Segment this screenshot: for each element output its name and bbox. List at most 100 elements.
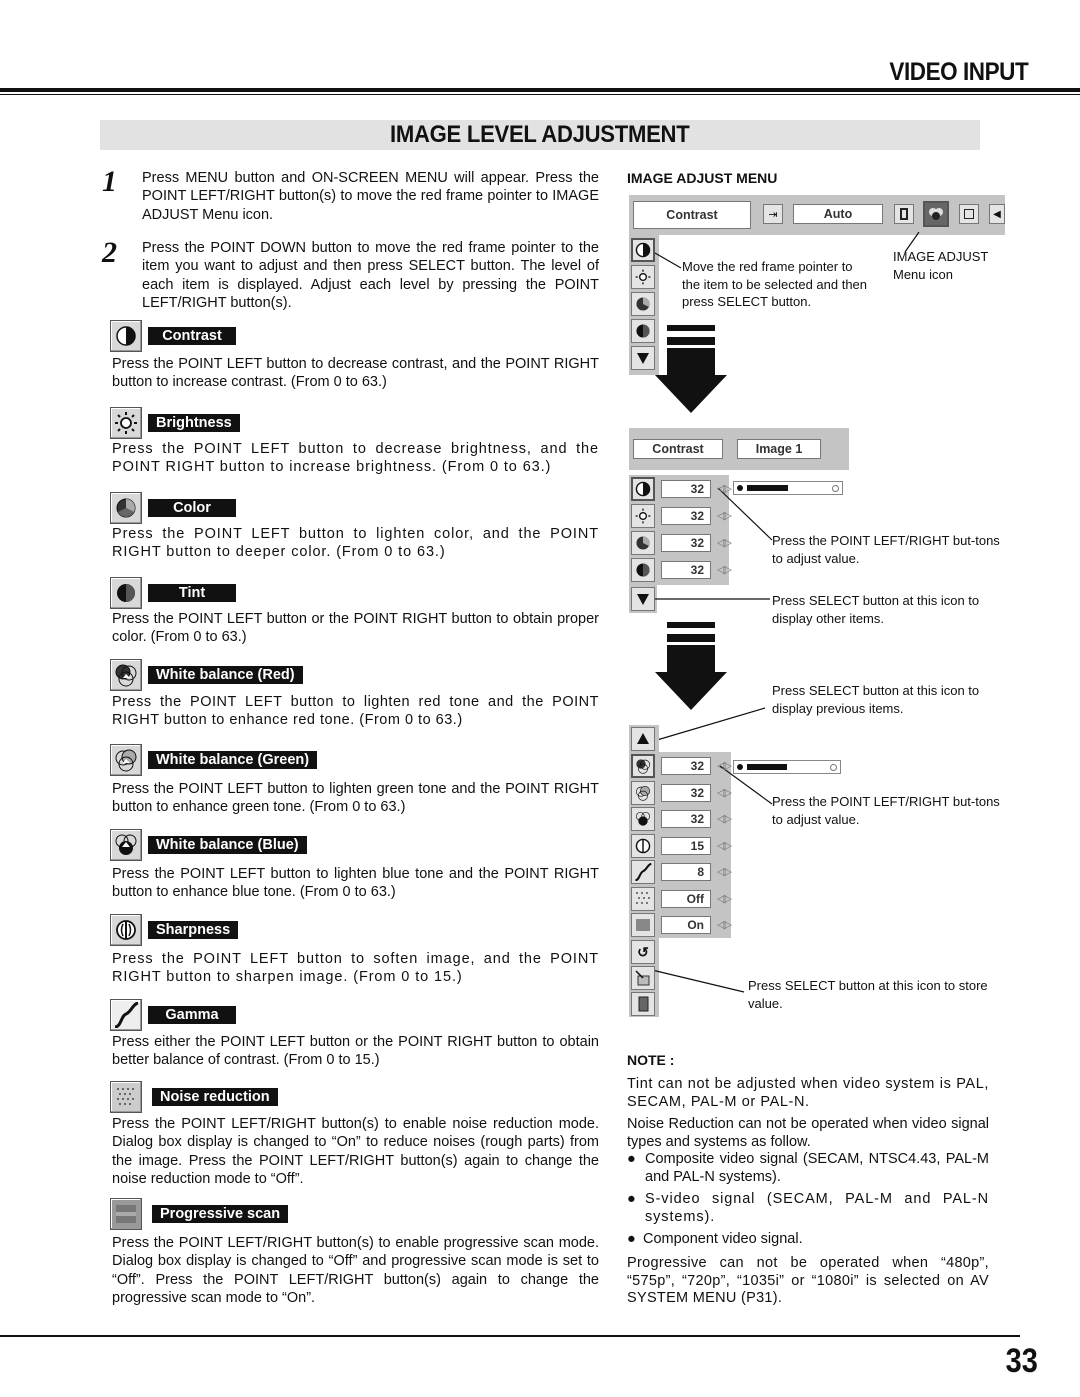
other-leader-line (655, 597, 770, 601)
note-bullet: ● S-video signal (SECAM, PAL-M and PAL-N … (627, 1191, 989, 1226)
left-right-arrows-icon[interactable]: ◁▷ (717, 918, 732, 931)
left-right-arrows-icon[interactable]: ◁▷ (717, 759, 732, 772)
header-divider (0, 88, 1080, 92)
reset-icon[interactable]: ↺ (631, 940, 655, 964)
bullet-text: Composite video signal (SECAM, NTSC4.43,… (645, 1151, 989, 1185)
adjust-callout: Press the POINT LEFT/RIGHT but-tons to a… (772, 533, 1000, 566)
other-items-callout: Press SELECT button at this icon to disp… (772, 593, 980, 626)
value-field: On (661, 916, 711, 934)
tint-icon[interactable] (631, 558, 655, 582)
osd-item-name: Contrast (633, 439, 723, 459)
item-label: Progressive scan (152, 1205, 289, 1223)
item-label: White balance (Blue) (148, 836, 307, 854)
value-field: 32 (661, 507, 711, 525)
progressive-scan-icon[interactable] (631, 913, 655, 937)
screen-icon[interactable] (959, 204, 979, 224)
tint-icon[interactable] (631, 319, 655, 343)
left-right-arrows-icon[interactable]: ◁▷ (717, 865, 732, 878)
gamma-icon[interactable] (631, 860, 655, 884)
left-right-arrows-icon[interactable]: ◁▷ (717, 812, 732, 825)
bullet-text: S-video signal (SECAM, PAL-M and PAL-N s… (645, 1191, 989, 1225)
item-heading-noise-reduction: Noise reduction (110, 1081, 278, 1113)
gamma-icon (110, 999, 142, 1031)
item-heading-gamma: Gamma (110, 999, 236, 1031)
noise-reduction-icon[interactable] (631, 886, 655, 911)
item-description: Press the POINT LEFT button to decrease … (112, 356, 599, 391)
adjust-callout-2: Press the POINT LEFT/RIGHT but-tons to a… (772, 794, 1000, 827)
page-title: IMAGE LEVEL ADJUSTMENT (390, 121, 690, 148)
item-label: Color (148, 499, 236, 517)
osd-panel2-header: Contrast Image 1 (629, 428, 849, 470)
step-text: Press the POINT DOWN button to move the … (142, 240, 599, 311)
item-label: Tint (148, 584, 236, 602)
brightness-icon[interactable] (631, 265, 655, 289)
down-arrow-icon (655, 622, 727, 712)
white-balance-blue-icon[interactable] (631, 807, 655, 831)
osd-item-name: Contrast (633, 201, 751, 229)
store-leader-line (650, 968, 746, 996)
item-label: White balance (Red) (148, 666, 303, 684)
white-balance-red-icon[interactable] (631, 754, 655, 778)
pointer-callout: Move the red frame pointer to the item t… (682, 259, 868, 309)
value-field: 15 (661, 836, 711, 855)
item-label: White balance (Green) (148, 751, 318, 769)
page-title-bar: IMAGE LEVEL ADJUSTMENT (100, 120, 980, 150)
contrast-icon[interactable] (631, 238, 655, 262)
item-description: Press the POINT LEFT/RIGHT button(s) to … (112, 1235, 599, 1306)
item-heading-color: Color (110, 492, 236, 524)
item-heading-progressive-scan: Progressive scan (110, 1198, 289, 1230)
noise-reduction-icon (110, 1081, 142, 1113)
white-balance-blue-icon (110, 829, 142, 861)
left-right-arrows-icon[interactable]: ◁▷ (717, 563, 732, 576)
left-right-arrows-icon[interactable]: ◁▷ (717, 536, 732, 549)
item-heading-tint: Tint (110, 577, 236, 609)
contrast-icon[interactable] (631, 477, 655, 501)
color-icon (110, 492, 142, 524)
item-heading-white-balance-blue: White balance (Blue) (110, 829, 307, 861)
note-paragraph: Noise Reduction can not be operated when… (627, 1116, 989, 1150)
input-icon[interactable]: ⇥ (763, 204, 783, 224)
more-items-icon[interactable] (631, 587, 655, 611)
sound-icon[interactable]: ◀ (989, 204, 1005, 224)
left-right-arrows-icon[interactable]: ◁▷ (717, 839, 732, 852)
quit-icon[interactable] (631, 992, 655, 1016)
note-paragraph: Tint can not be adjusted when video syst… (627, 1076, 989, 1110)
item-label: Brightness (148, 414, 240, 432)
image-adjust-menu-icon[interactable] (923, 201, 949, 227)
item-heading-contrast: Contrast (110, 320, 236, 352)
left-right-arrows-icon[interactable]: ◁▷ (717, 892, 732, 905)
note-bullet: ● Composite video signal (SECAM, NTSC4.43… (627, 1151, 989, 1186)
color-icon[interactable] (631, 531, 655, 555)
sharpness-icon (110, 914, 142, 946)
header-divider-thin (0, 94, 1080, 95)
item-label: Noise reduction (152, 1088, 278, 1106)
more-items-icon[interactable] (631, 346, 655, 370)
left-right-arrows-icon[interactable]: ◁▷ (717, 786, 732, 799)
previous-leader-line (655, 706, 767, 742)
brightness-icon (110, 407, 142, 439)
item-description: Press the POINT LEFT button to lighten r… (112, 694, 599, 729)
step-text: Press MENU button and ON-SCREEN MENU wil… (142, 170, 599, 223)
white-balance-green-icon[interactable] (631, 780, 655, 805)
bullet-icon: ● (627, 1151, 636, 1167)
value-field: 32 (661, 480, 711, 498)
step-number: 1 (102, 165, 117, 198)
display-mode-icon[interactable] (894, 204, 914, 224)
brightness-icon[interactable] (631, 504, 655, 528)
item-description: Press the POINT LEFT button to lighten b… (112, 866, 599, 901)
left-right-arrows-icon[interactable]: ◁▷ (717, 509, 732, 522)
item-description: Press the POINT LEFT button to soften im… (112, 951, 599, 986)
color-icon[interactable] (631, 292, 655, 316)
item-heading-white-balance-red: White balance (Red) (110, 659, 303, 691)
sharpness-icon[interactable] (631, 833, 655, 858)
note-bullet: ● Component video signal. (627, 1231, 989, 1249)
previous-items-icon[interactable] (631, 727, 655, 751)
item-description: Press the POINT LEFT button or the POINT… (112, 611, 599, 646)
left-right-arrows-icon[interactable]: ◁▷ (717, 482, 732, 495)
value-field: 32 (661, 810, 711, 828)
osd-mode-name: Auto (793, 204, 883, 224)
progressive-scan-icon (110, 1198, 142, 1230)
store-icon[interactable] (631, 966, 655, 990)
item-label: Gamma (148, 1006, 236, 1024)
item-description: Press the POINT LEFT button to lighten g… (112, 781, 599, 816)
